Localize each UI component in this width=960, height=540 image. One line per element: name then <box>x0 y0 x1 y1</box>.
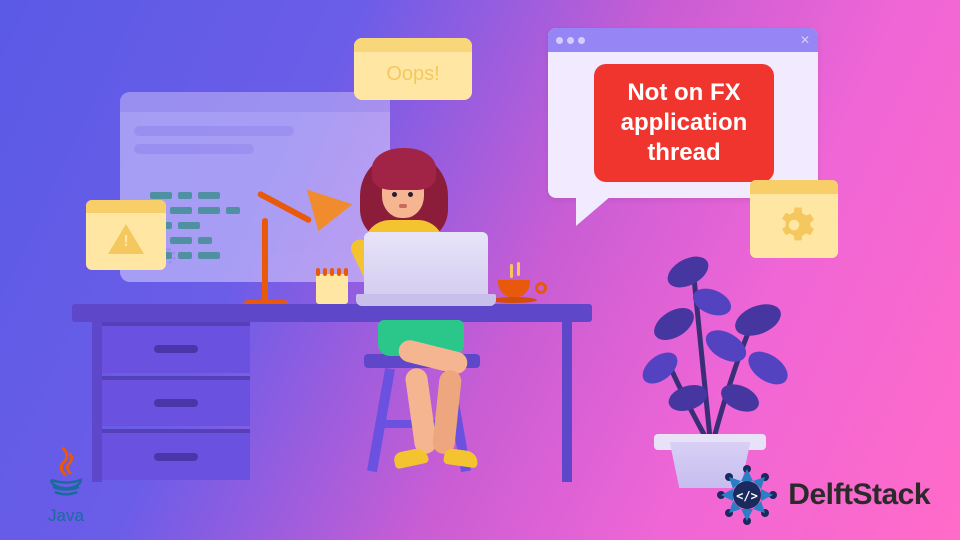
window-dot-icon <box>578 37 585 44</box>
desk-drawers <box>102 322 250 480</box>
error-speech-bubble: ✕ Not on FX application thread <box>548 28 818 198</box>
window-titlebar <box>120 92 390 112</box>
laptop <box>364 232 488 306</box>
window-titlebar <box>750 180 838 194</box>
java-logo: Java <box>28 447 104 526</box>
person-shoe <box>443 448 479 469</box>
coffee-cup-icon <box>498 280 537 303</box>
window-titlebar: ✕ <box>548 28 818 52</box>
java-label: Java <box>28 506 104 526</box>
svg-text:</>: </> <box>736 489 758 503</box>
desk <box>72 304 592 322</box>
window-titlebar <box>86 200 166 213</box>
delftstack-logo: </> DelftStack <box>716 464 930 526</box>
delftstack-label: DelftStack <box>788 478 930 512</box>
error-line: thread <box>602 138 766 168</box>
person-shoe <box>393 447 430 470</box>
oops-popup: Oops! <box>354 38 472 100</box>
error-line: Not on FX <box>602 78 766 108</box>
plant-illustration <box>640 228 810 448</box>
calendar-icon <box>316 268 348 306</box>
java-cup-icon <box>41 447 91 499</box>
window-titlebar <box>354 38 472 52</box>
delftstack-badge-icon: </> <box>716 464 778 526</box>
error-message-box: Not on FX application thread <box>594 64 774 182</box>
desk-leg <box>562 322 572 482</box>
window-dot-icon <box>567 37 574 44</box>
warning-popup: ! <box>86 200 166 270</box>
oops-label: Oops! <box>386 63 439 86</box>
close-icon: ✕ <box>800 33 810 47</box>
window-dot-icon <box>556 37 563 44</box>
error-line: application <box>602 108 766 138</box>
exclamation-icon: ! <box>123 233 128 251</box>
